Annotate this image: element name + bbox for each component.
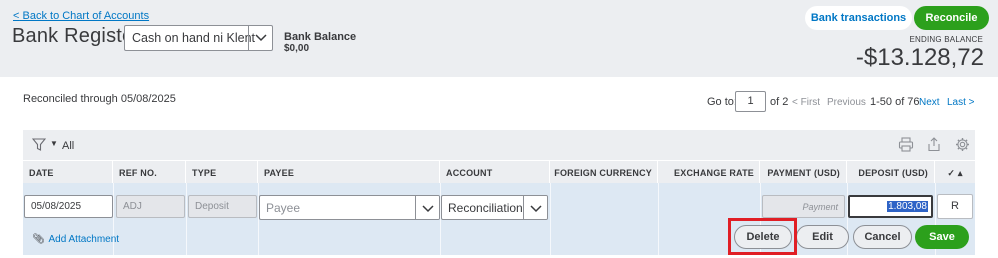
column-header-type[interactable]: TYPE: [186, 161, 258, 184]
column-divider: [186, 183, 187, 255]
column-header-account[interactable]: ACCOUNT: [440, 161, 550, 184]
bank-balance-value: $0,00: [284, 43, 310, 54]
deposit-field-value: 1.803,08: [887, 201, 928, 212]
column-header-deposit[interactable]: DEPOSIT (USD): [847, 161, 935, 184]
reconcile-button[interactable]: Reconcile: [914, 6, 989, 30]
deposit-field[interactable]: 1.803,08: [848, 195, 933, 218]
page-count-label: of 2: [770, 96, 789, 108]
print-icon[interactable]: [898, 137, 914, 155]
filter-label[interactable]: All: [62, 140, 74, 152]
goto-label: Go to:: [707, 96, 737, 108]
delete-highlight-annotation: [728, 218, 797, 255]
account-select-value: Cash on hand ni Klent: [132, 31, 256, 45]
save-button[interactable]: Save: [915, 225, 969, 249]
add-attachment-label: Add Attachment: [48, 234, 120, 245]
previous-page-link: Previous: [827, 97, 866, 108]
table-toolbar: ▼ All: [23, 130, 975, 160]
account-select[interactable]: Cash on hand ni Klent: [124, 25, 273, 51]
column-header-foreign-currency[interactable]: FOREIGN CURRENCY: [550, 161, 658, 184]
last-page-link[interactable]: Last >: [947, 97, 975, 108]
chevron-down-icon[interactable]: [523, 196, 547, 219]
reconciled-through-text: Reconciled through 05/08/2025: [23, 93, 176, 105]
column-header-status-sort[interactable]: ✓ ▴: [935, 161, 975, 184]
type-field: Deposit: [188, 195, 257, 218]
column-header-exchange-rate[interactable]: EXCHANGE RATE: [658, 161, 760, 184]
ending-balance-label: ENDING BALANCE: [909, 35, 983, 44]
account-field-value: Reconciliation D: [448, 201, 535, 215]
page-range-label: 1-50 of 76: [870, 96, 920, 108]
filter-icon[interactable]: [31, 138, 47, 154]
payee-placeholder: Payee: [266, 201, 301, 215]
edit-button[interactable]: Edit: [796, 225, 849, 249]
reconcile-status-field[interactable]: R: [937, 194, 973, 219]
chevron-down-icon[interactable]: [415, 196, 439, 219]
date-field[interactable]: 05/08/2025: [24, 195, 113, 218]
payee-combobox[interactable]: Payee: [259, 195, 440, 220]
register-header: < Back to Chart of Accounts Bank Registe…: [0, 0, 998, 77]
back-link-label: Back to Chart of Accounts: [22, 10, 150, 22]
ref-no-field: ADJ: [116, 195, 185, 218]
bank-transactions-button[interactable]: Bank transactions: [805, 6, 912, 30]
payment-field: Payment: [762, 195, 845, 218]
column-header-ref-no[interactable]: REF NO.: [113, 161, 186, 184]
cancel-button[interactable]: Cancel: [853, 225, 912, 249]
column-divider: [658, 183, 659, 255]
column-header-date[interactable]: DATE: [23, 161, 113, 184]
export-icon[interactable]: [927, 137, 941, 155]
page-title: Bank Register: [12, 25, 141, 47]
column-divider: [847, 183, 848, 255]
back-chevron-icon: <: [13, 10, 20, 22]
chevron-down-icon[interactable]: [248, 26, 272, 50]
column-header-payee[interactable]: PAYEE: [258, 161, 440, 184]
next-page-link[interactable]: Next: [919, 97, 940, 108]
filter-caret-icon[interactable]: ▼: [50, 139, 58, 148]
column-divider: [550, 183, 551, 255]
ending-balance-value: -$13.128,72: [855, 44, 984, 71]
settings-icon[interactable]: [955, 137, 970, 155]
first-page-link: < First: [792, 97, 821, 108]
back-to-chart-link[interactable]: < Back to Chart of Accounts: [13, 10, 149, 22]
page-number-input[interactable]: 1: [735, 91, 766, 112]
table-header: DATE REF NO. TYPE PAYEE ACCOUNT FOREIGN …: [23, 160, 975, 184]
add-attachment-link[interactable]: 📎︎ Add Attachment: [32, 234, 119, 245]
column-header-payment[interactable]: PAYMENT (USD): [760, 161, 847, 184]
paperclip-icon: 📎︎: [32, 234, 45, 245]
account-combobox[interactable]: Reconciliation D: [441, 195, 548, 220]
bank-balance-label: Bank Balance: [284, 31, 357, 43]
